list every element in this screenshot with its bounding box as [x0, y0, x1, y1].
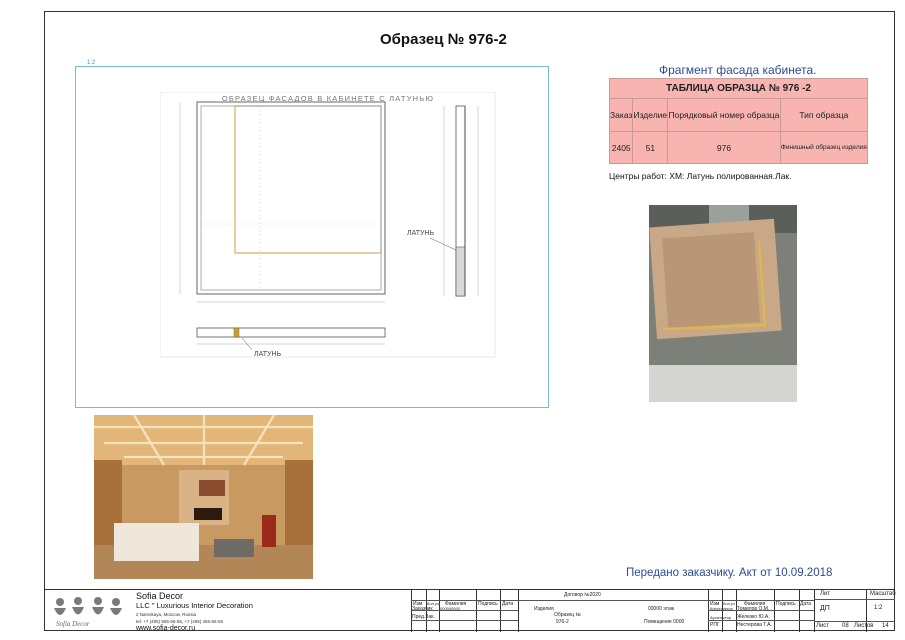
company-name: Sofia Decor: [136, 591, 184, 601]
stamp-sign2: Подпись: [776, 601, 796, 607]
sample-table-title: ТАБЛИЦА ОБРАЗЦА № 976 -2: [609, 78, 868, 99]
stamp-col-sign: Подпись: [478, 601, 498, 607]
stamp-customer-label: Заказчик: [412, 606, 433, 612]
company-website: www.sofia-decor.ru: [136, 624, 196, 632]
stamp-floor: 00000 этаж: [648, 606, 675, 612]
stamp-sheets-label: Листов: [854, 623, 874, 629]
stamp-sheet-value: 08: [842, 623, 849, 629]
company-subtitle: LLC " Luxurious Interior Decoration: [136, 601, 253, 610]
header-serial: Порядковый номер образца: [667, 98, 781, 132]
header-item: Изделие: [632, 98, 669, 132]
stamp-item-value: Образец №: [554, 612, 581, 618]
stamp-scale-value: 1:2: [874, 605, 883, 611]
stamp-room: Помещение 0000: [644, 619, 685, 625]
company-block: Sofia Decor LLC " Luxurious Interior Dec…: [136, 591, 253, 632]
brass-label-section: ЛАТУНЬ: [254, 351, 281, 358]
stamp-item-label: Изделия: [534, 606, 554, 612]
company-address: 2 Narvskaya, Moscow, Russia: [136, 612, 197, 617]
work-centers-note: Центры работ: ХМ: Латунь полированная.Ла…: [609, 171, 792, 181]
value-item: 51: [632, 131, 669, 164]
stamp-lit-value: ДП: [820, 605, 830, 612]
stamp-sheet-label: Лист: [816, 623, 830, 629]
stamp-architect-role: Архитектор: [710, 615, 732, 620]
interior-photo: [94, 415, 313, 579]
sample-photo: [649, 205, 797, 402]
stamp-rpg-role: РПГ: [710, 622, 720, 628]
sample-table: ТАБЛИЦА ОБРАЗЦА № 976 -2 Заказ Изделие П…: [608, 78, 869, 164]
stamp-contract: Договор №2020: [564, 592, 601, 598]
stamp-customer-value: 000000000: [440, 606, 461, 611]
value-serial: 976: [667, 131, 781, 164]
stamp-architect-name: Железко Ю.А.: [737, 614, 770, 620]
header-order: Заказ: [608, 98, 634, 132]
stamp-date2: Дата: [800, 601, 812, 607]
title-block: Sofia Decor Sofia Decor LLC " Luxurious …: [44, 589, 896, 632]
value-type: Финишный образец изделия: [779, 131, 869, 164]
stamp-sheets-value: 14: [882, 623, 889, 629]
stamp-constructor-name: Томилов О.М.: [737, 606, 770, 612]
stamp-lit-label: Лит: [820, 591, 831, 597]
header-type: Тип образца: [779, 98, 869, 132]
technical-drawing: ОБРАЗЕЦ ФАСАДОВ В КАБИНЕТЕ С ЛАТУНЬЮ ЛАТ…: [160, 92, 496, 358]
brass-label-side: ЛАТУНЬ: [407, 230, 434, 237]
svg-text:Sofia Decor: Sofia Decor: [56, 620, 90, 628]
stamp-rpg-name: Нестерова Т.А.: [737, 622, 772, 628]
fragment-title: Фрагмент фасада кабинета.: [659, 63, 817, 77]
company-logo: Sofia Decor: [48, 592, 130, 629]
stamp-scale-label: Масштаб: [870, 591, 896, 597]
page-title: Образец № 976-2: [380, 31, 507, 48]
value-order: 2405: [608, 131, 634, 164]
stamp-constructor-role: Конструктор: [710, 606, 733, 611]
stamp-item-code: 976-2: [556, 619, 569, 625]
stamp-pred-label: Пред.Зак.: [412, 614, 435, 620]
stamp-col-date: Дата: [502, 601, 514, 607]
handover-note: Передано заказчику. Акт от 10.09.2018: [626, 567, 833, 579]
